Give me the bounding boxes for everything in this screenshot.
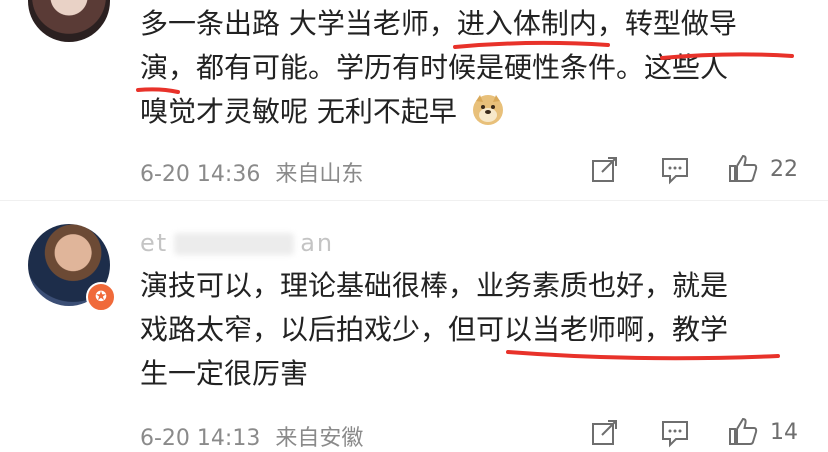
username-start: et	[140, 229, 169, 257]
comment-body: 演技可以，理论基础很棒，业务素质也好，就是 戏路太窄，以后拍戏少，但可以当老师啊…	[140, 264, 800, 396]
comment-line: 嗅觉才灵敏呢 无利不起早	[140, 90, 800, 134]
comment-meta: 6-20 14:13 来自安徽	[140, 420, 371, 452]
comment-line-text: 嗅觉才灵敏呢 无利不起早	[140, 95, 457, 128]
username[interactable]: et an	[140, 229, 334, 257]
share-icon[interactable]	[590, 155, 620, 185]
comment-line: 多一条出路 大学当老师，进入体制内，转型做导	[140, 7, 737, 40]
username-blurred	[174, 233, 295, 255]
comment-body: 多一条出路 大学当老师，进入体制内，转型做导 演，都有可能。学历有时候是硬性条件…	[140, 2, 800, 134]
username-end: an	[300, 229, 335, 257]
comment-line: 戏路太窄，以后拍戏少，但可以当老师啊，教学	[140, 313, 729, 346]
comment-line: 生一定很厉害	[140, 357, 309, 390]
like-count: 22	[770, 157, 798, 182]
doge-emoji-icon	[472, 95, 503, 125]
divider	[0, 200, 828, 201]
comment-date: 6-20 14:13	[140, 426, 261, 451]
comment-line: 演技可以，理论基础很棒，业务素质也好，就是	[140, 269, 729, 302]
like-count: 14	[770, 420, 798, 445]
comment-line: 演，都有可能。学历有时候是硬性条件。这些人	[140, 51, 729, 84]
like-icon[interactable]	[728, 153, 758, 183]
comment-meta: 6-20 14:36 来自山东	[140, 156, 371, 188]
comment-location: 来自山东	[275, 162, 364, 187]
avatar[interactable]	[28, 0, 110, 42]
comment-location: 来自安徽	[275, 426, 364, 451]
like-icon[interactable]	[728, 416, 758, 446]
comment-date: 6-20 14:36	[140, 162, 261, 187]
vip-badge-icon: ✪	[86, 282, 116, 312]
reply-icon[interactable]	[660, 155, 690, 185]
